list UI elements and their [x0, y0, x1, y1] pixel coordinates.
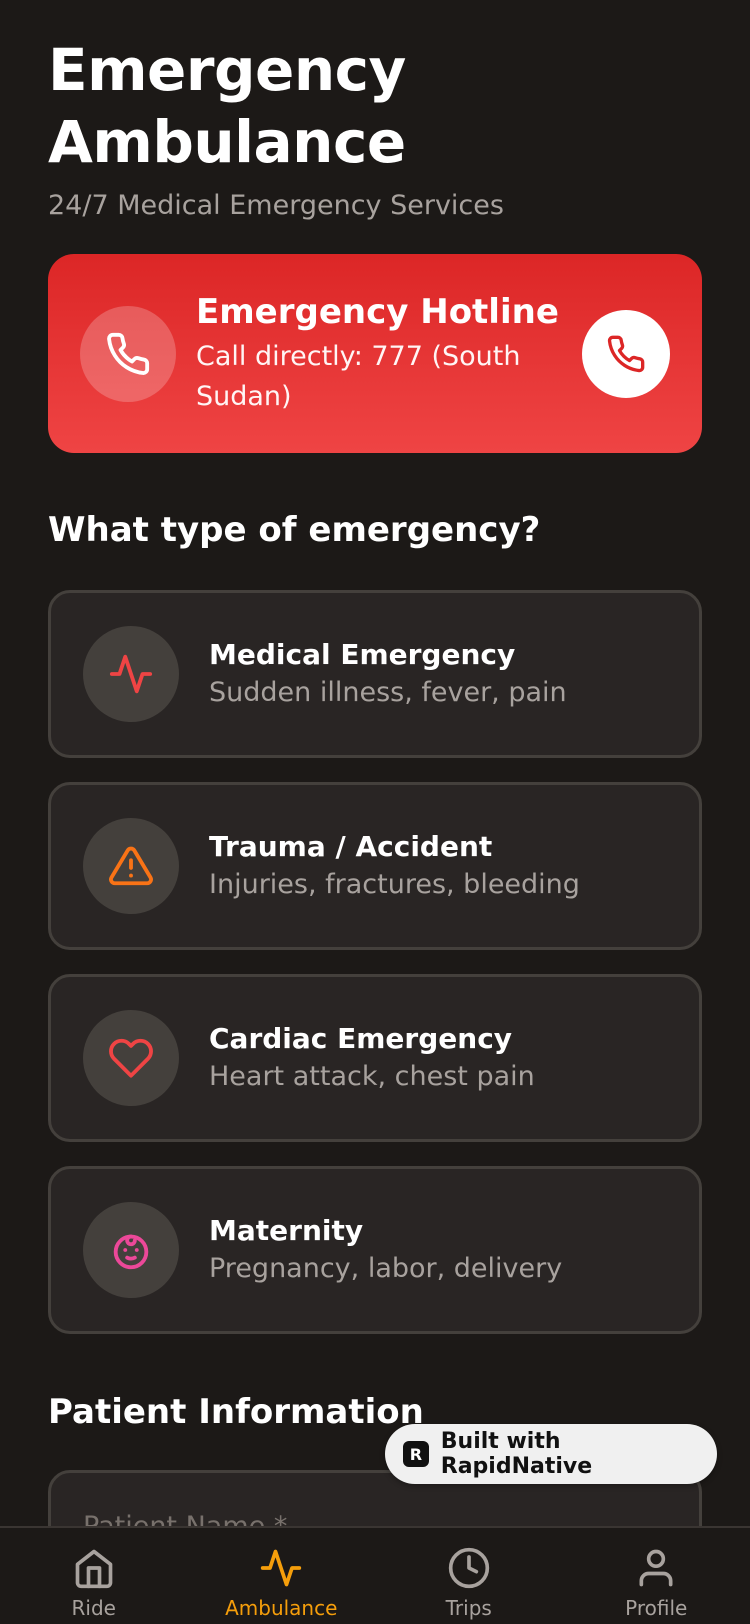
- emergency-option-text: Medical Emergency Sudden illness, fever,…: [209, 636, 567, 712]
- emergency-option-trauma[interactable]: Trauma / Accident Injuries, fractures, b…: [48, 782, 702, 950]
- clock-icon: [448, 1547, 489, 1589]
- emergency-option-medical[interactable]: Medical Emergency Sudden illness, fever,…: [48, 590, 702, 758]
- phone-icon: [607, 335, 645, 372]
- tab-profile[interactable]: Profile: [563, 1528, 750, 1624]
- tab-label: Trips: [445, 1596, 492, 1620]
- heart-icon: [83, 1010, 179, 1106]
- warning-triangle-icon: [83, 818, 179, 914]
- bottom-tab-bar: Ride Ambulance Trips Profile: [0, 1526, 750, 1624]
- tab-label: Ambulance: [225, 1596, 338, 1620]
- emergency-option-title: Trauma / Accident: [209, 830, 493, 863]
- emergency-hotline-card[interactable]: Emergency Hotline Call directly: 777 (So…: [48, 254, 702, 453]
- badge-label: Built with RapidNative: [440, 1429, 593, 1479]
- hotline-call-button[interactable]: [582, 309, 670, 398]
- emergency-section-title: What type of emergency?: [48, 510, 541, 550]
- emergency-option-title: Cardiac Emergency: [209, 1022, 513, 1055]
- hotline-description: Call directly: 777 (South Sudan): [196, 340, 521, 412]
- emergency-option-text: Cardiac Emergency Heart attack, chest pa…: [209, 1020, 535, 1096]
- page-title: Emergency Ambulance: [48, 34, 698, 178]
- hotline-text: Emergency Hotline Call directly: 777 (So…: [196, 291, 582, 417]
- tab-trips[interactable]: Trips: [375, 1528, 563, 1624]
- emergency-type-list: Medical Emergency Sudden illness, fever,…: [48, 590, 702, 1358]
- emergency-option-text: Maternity Pregnancy, labor, delivery: [209, 1212, 562, 1288]
- emergency-option-text: Trauma / Accident Injuries, fractures, b…: [209, 828, 580, 904]
- built-with-rapidnative-badge[interactable]: R Built with RapidNative: [385, 1424, 717, 1484]
- tab-label: Ride: [71, 1596, 116, 1620]
- emergency-option-maternity[interactable]: Maternity Pregnancy, labor, delivery: [48, 1166, 702, 1334]
- emergency-option-description: Heart attack, chest pain: [209, 1061, 535, 1092]
- hotline-title: Emergency Hotline: [196, 291, 559, 332]
- user-icon: [639, 1549, 673, 1587]
- page-title-line2: Ambulance: [48, 108, 406, 176]
- emergency-option-description: Sudden illness, fever, pain: [209, 677, 567, 708]
- tab-ride[interactable]: Ride: [0, 1528, 188, 1624]
- tab-ambulance[interactable]: Ambulance: [188, 1528, 376, 1624]
- baby-icon: [83, 1202, 179, 1298]
- rapidnative-logo-icon: R: [403, 1441, 429, 1467]
- emergency-option-title: Medical Emergency: [209, 638, 516, 671]
- patient-section-title: Patient Information: [48, 1392, 424, 1432]
- emergency-option-cardiac[interactable]: Cardiac Emergency Heart attack, chest pa…: [48, 974, 702, 1142]
- hotline-phone-icon: [80, 305, 176, 402]
- emergency-option-description: Pregnancy, labor, delivery: [209, 1253, 563, 1284]
- home-icon: [75, 1549, 113, 1589]
- activity-icon: [83, 626, 179, 722]
- activity-icon: [261, 1549, 302, 1587]
- emergency-option-title: Maternity: [209, 1214, 364, 1247]
- page-subtitle: 24/7 Medical Emergency Services: [48, 190, 504, 221]
- tab-label: Profile: [625, 1596, 688, 1620]
- emergency-option-description: Injuries, fractures, bleeding: [209, 869, 580, 900]
- page-header: Emergency Ambulance 24/7 Medical Emergen…: [48, 34, 698, 224]
- page-title-line1: Emergency: [48, 36, 406, 104]
